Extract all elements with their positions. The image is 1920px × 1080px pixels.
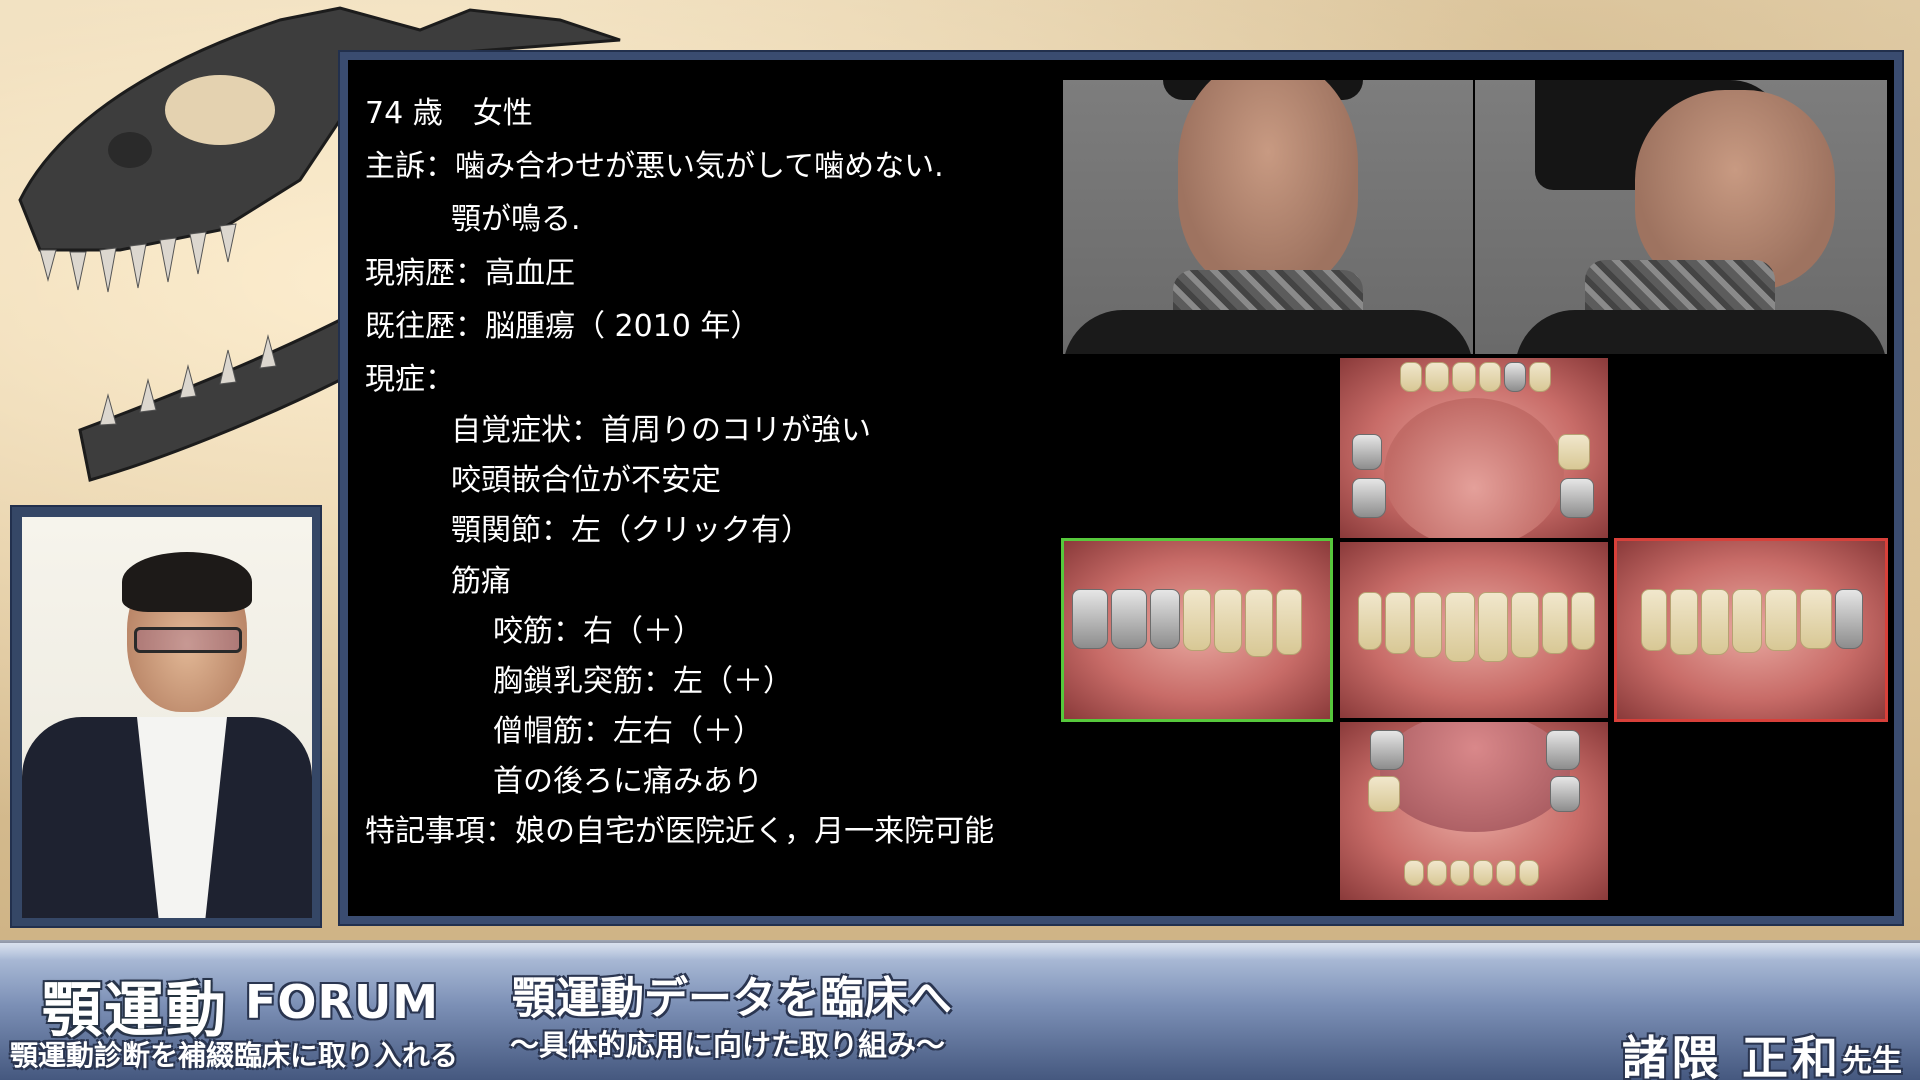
upper-occlusal-photo bbox=[1340, 358, 1608, 538]
left-buccal-photo bbox=[1614, 538, 1888, 722]
lecture-subtitle: 〜具体的応用に向けた取り組み〜 bbox=[510, 1028, 946, 1062]
subjective-symptoms: 自覚症状：首周りのコリが強い bbox=[451, 413, 871, 448]
profile-face-photo bbox=[1475, 80, 1887, 354]
masseter-pain: 咬筋：右（＋） bbox=[493, 614, 703, 649]
tmj-status: 顎関節：左（クリック有） bbox=[451, 513, 811, 548]
trapezius-pain: 僧帽筋：左右（＋） bbox=[493, 714, 763, 749]
logo-subtitle: 顎運動診断を補綴臨床に取り入れる bbox=[10, 1039, 459, 1072]
present-illness: 現病歴：高血圧 bbox=[365, 256, 575, 291]
lower-occlusal-photo bbox=[1340, 722, 1608, 900]
neck-pain: 首の後ろに痛みあり bbox=[493, 764, 763, 799]
muscle-pain-heading: 筋痛 bbox=[451, 564, 511, 599]
banner-shine bbox=[0, 940, 1920, 960]
patient-age-sex: 74 歳 女性 bbox=[365, 96, 533, 131]
logo-forum: FORUM bbox=[245, 975, 440, 1029]
past-history: 既往歴：脳腫瘍（ 2010 年） bbox=[365, 309, 761, 344]
presenter-video bbox=[22, 517, 312, 918]
lecture-title: 顎運動データを臨床へ bbox=[512, 973, 952, 1024]
presenter-hair bbox=[122, 552, 252, 612]
icp-unstable: 咬頭嵌合位が不安定 bbox=[451, 463, 721, 498]
frontal-face-photo bbox=[1063, 80, 1473, 354]
chief-complaint: 主訴：噛み合わせが悪い気がして噛めない. bbox=[365, 149, 944, 184]
speaker-honorific: 先生 bbox=[1842, 1044, 1902, 1079]
scm-pain: 胸鎖乳突筋：左（＋） bbox=[493, 664, 793, 699]
current-symptoms-heading: 現症： bbox=[365, 362, 455, 397]
speaker-name: 諸隈 正和 bbox=[1622, 1031, 1843, 1080]
right-buccal-photo bbox=[1061, 538, 1333, 722]
special-notes: 特記事項：娘の自宅が医院近く，月一来院可能 bbox=[365, 814, 995, 849]
chief-complaint-cont: 顎が鳴る. bbox=[451, 202, 581, 237]
presenter-glasses bbox=[134, 627, 242, 653]
frontal-intraoral-photo bbox=[1340, 542, 1608, 718]
